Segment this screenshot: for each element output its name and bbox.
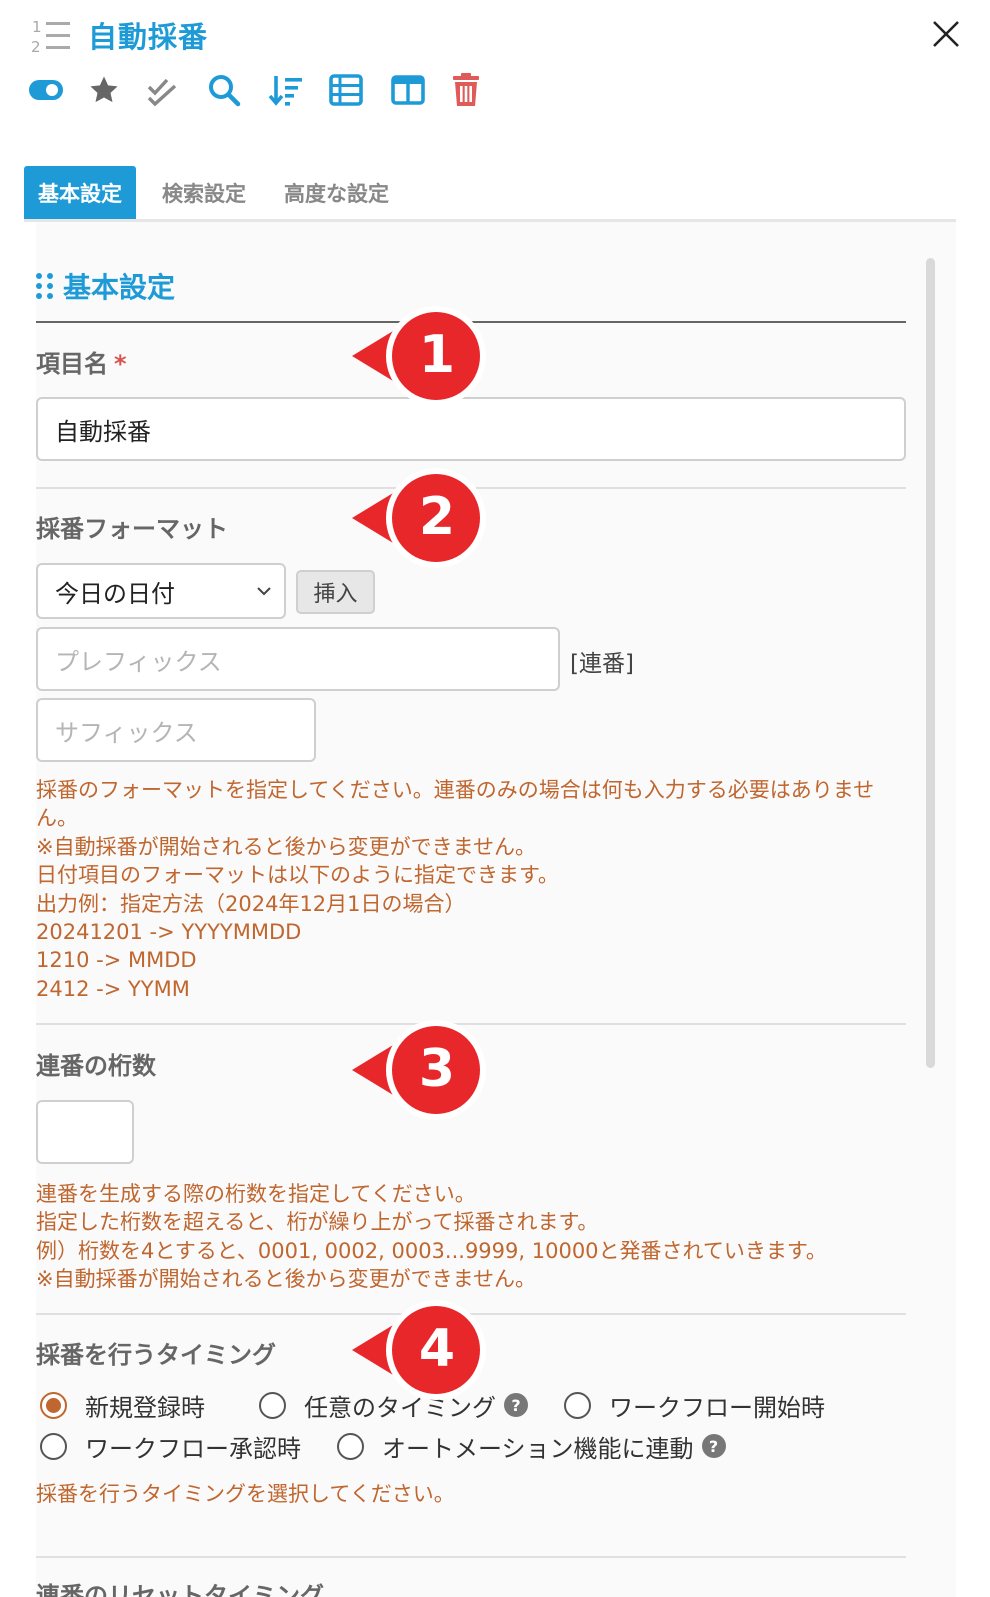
- toggle-button[interactable]: [26, 70, 66, 110]
- suffix-input[interactable]: サフィックス: [36, 698, 316, 762]
- radio-label: ワークフロー承認時: [85, 1434, 301, 1463]
- timing-label: 採番を行うタイミング: [36, 1341, 276, 1369]
- radio-automation[interactable]: オートメーション機能に連動 ?: [337, 1429, 726, 1464]
- radio-label: オートメーション機能に連動: [382, 1434, 694, 1463]
- favorite-button[interactable]: [84, 70, 124, 110]
- list-icon: [329, 74, 363, 106]
- close-icon: [933, 21, 959, 47]
- help-line: ん。: [36, 806, 78, 831]
- tab-basic-settings[interactable]: 基本設定: [24, 166, 136, 219]
- radio-circle[interactable]: [564, 1391, 591, 1419]
- delete-button[interactable]: [446, 70, 486, 110]
- search-button[interactable]: [204, 70, 244, 110]
- help-icon[interactable]: ?: [504, 1393, 528, 1417]
- radio-circle-selected[interactable]: [40, 1391, 67, 1419]
- timing-help-text: 採番を行うタイミングを選択してください。: [36, 1482, 455, 1506]
- format-help-text: 採番のフォーマットを指定してください。連番のみの場合は何も入力する必要はありませ…: [36, 776, 916, 1003]
- help-line: 出力例：指定方法（2024年12月1日の場合）: [36, 891, 466, 916]
- radio-label: 新規登録時: [85, 1393, 205, 1422]
- section-heading: 基本設定: [36, 266, 175, 306]
- callout-number: 3: [418, 1039, 456, 1099]
- callout-number: 1: [418, 325, 456, 385]
- field-name-label-text: 項目名: [36, 350, 108, 378]
- prefix-input[interactable]: プレフィックス: [36, 627, 560, 691]
- sort-button[interactable]: [266, 70, 306, 110]
- reset-timing-label: 連番のリセットタイミング: [36, 1582, 324, 1597]
- help-line: 採番のフォーマットを指定してください。連番のみの場合は何も入力する必要はありませ: [36, 778, 875, 802]
- svg-text:1: 1: [32, 18, 42, 36]
- settings-tabs: 基本設定 検索設定 高度な設定: [24, 166, 956, 222]
- trash-icon: [453, 73, 479, 106]
- field-name-label: 項目名 *: [36, 344, 127, 379]
- callout-number: 2: [418, 487, 456, 547]
- date-format-select-value: 今日の日付: [55, 579, 175, 608]
- columns-icon: [391, 75, 425, 105]
- help-line: 1210 -> MMDD: [36, 948, 197, 973]
- date-format-select[interactable]: 今日の日付: [36, 563, 286, 619]
- dialog-title: 自動採番: [88, 20, 209, 54]
- tab-advanced-settings[interactable]: 高度な設定: [270, 166, 403, 219]
- chevron-down-icon: [257, 587, 271, 596]
- search-icon: [209, 75, 241, 107]
- svg-text:2: 2: [31, 38, 41, 56]
- close-button[interactable]: [926, 14, 966, 54]
- digits-label: 連番の桁数: [36, 1052, 156, 1080]
- validate-button[interactable]: [142, 70, 182, 110]
- serial-placeholder-text: [連番]: [570, 651, 634, 677]
- required-mark: *: [114, 350, 127, 378]
- radio-circle[interactable]: [40, 1432, 67, 1460]
- column-view-button[interactable]: [388, 70, 428, 110]
- star-icon: [90, 76, 118, 103]
- help-icon[interactable]: ?: [701, 1434, 726, 1458]
- radio-workflow-start[interactable]: ワークフロー開始時: [564, 1388, 825, 1423]
- divider: [36, 1556, 906, 1558]
- help-line: ※自動採番が開始されると後から変更ができません。: [36, 834, 536, 859]
- numbered-list-icon: 1 2: [31, 18, 70, 56]
- radio-circle[interactable]: [337, 1432, 364, 1460]
- tab-search-settings[interactable]: 検索設定: [148, 166, 260, 219]
- insert-button[interactable]: 挿入: [296, 570, 375, 614]
- radio-on-create[interactable]: 新規登録時: [40, 1388, 205, 1423]
- section-title-text: 基本設定: [63, 271, 176, 304]
- help-line: 2412 -> YYMM: [36, 976, 190, 1001]
- help-line: 例）桁数を4とすると、0001, 0002, 0003...9999, 1000…: [36, 1238, 827, 1263]
- radio-circle[interactable]: [259, 1391, 286, 1419]
- panel-scrollbar[interactable]: [926, 258, 935, 1068]
- help-line: 日付項目のフォーマットは以下のように指定できます。: [36, 863, 559, 888]
- double-check-icon: [147, 78, 177, 107]
- callout-number: 4: [418, 1319, 456, 1379]
- sort-icon: [268, 76, 302, 106]
- digits-help-text: 連番を生成する際の桁数を指定してください。 指定した桁数を超えると、桁が繰り上が…: [36, 1180, 916, 1294]
- help-line: 20241201 -> YYYYMMDD: [36, 920, 302, 945]
- toggle-icon: [29, 80, 63, 100]
- radio-label: ワークフロー開始時: [609, 1393, 825, 1422]
- format-label: 採番フォーマット: [36, 515, 228, 543]
- help-line: 指定した桁数を超えると、桁が繰り上がって採番されます。: [36, 1210, 599, 1235]
- dialog-header: 1 2 自動採番: [0, 0, 990, 130]
- radio-workflow-approval[interactable]: ワークフロー承認時: [40, 1429, 301, 1464]
- help-line: 連番を生成する際の桁数を指定してください。: [36, 1182, 476, 1206]
- help-line: ※自動採番が開始されると後から変更ができません。: [36, 1267, 536, 1292]
- drag-dots-icon: [36, 273, 53, 299]
- list-view-button[interactable]: [326, 70, 366, 110]
- timing-options-row-2: ワークフロー承認時 オートメーション機能に連動 ?: [40, 1428, 726, 1464]
- digits-input[interactable]: [36, 1100, 134, 1164]
